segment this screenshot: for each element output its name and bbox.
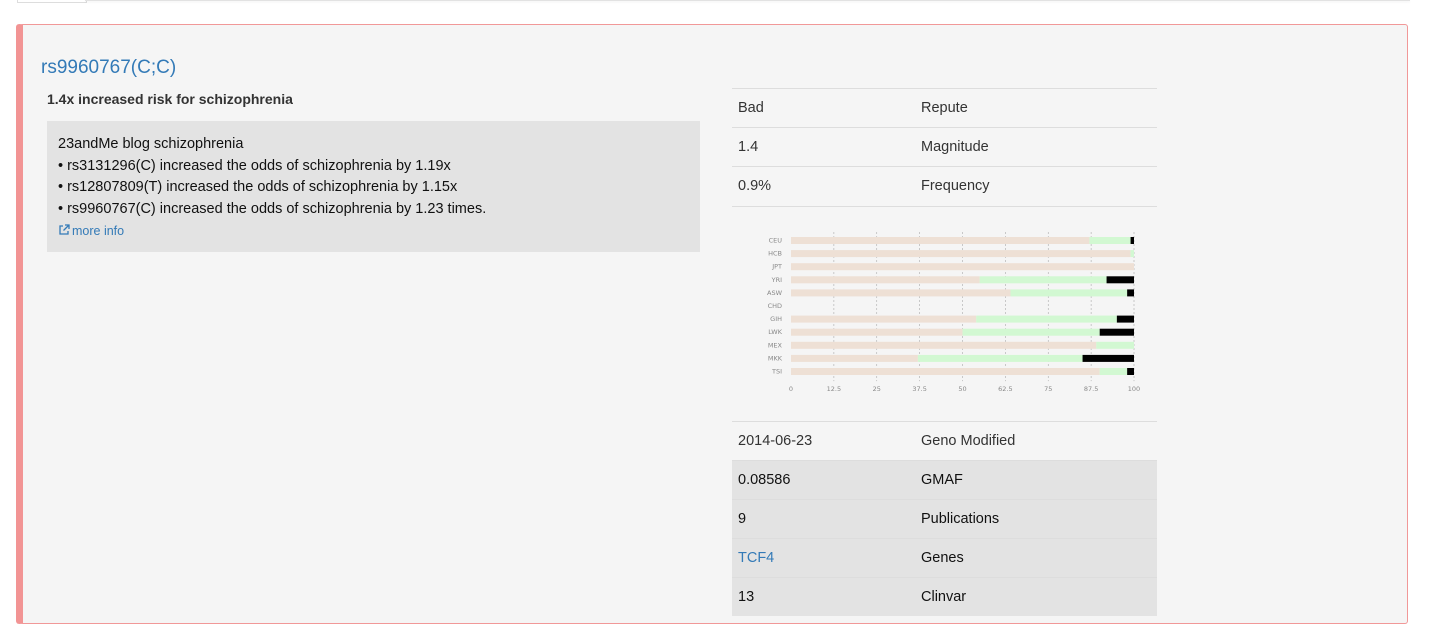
publications-value[interactable]: 9 [732, 499, 915, 539]
bar-segment-yri [979, 276, 1107, 284]
bar-segment-mkk [791, 354, 918, 362]
attribute-row-genes: TCF4 Genes [732, 538, 1157, 578]
attribute-row-clinvar: 13 Clinvar [732, 577, 1157, 616]
genes-label: Genes [915, 538, 1157, 578]
geno-modified-value: 2014-06-23 [732, 421, 915, 461]
x-tick-label: 62.5 [998, 385, 1012, 393]
tab-stub[interactable] [17, 0, 87, 3]
gmaf-label: GMAF [915, 460, 1157, 500]
external-link-icon [59, 224, 70, 235]
attributes-table-top: Bad Repute 1.4 Magnitude 0.9% Frequency [732, 88, 1157, 205]
x-tick-label: 0 [789, 385, 793, 393]
gene-link[interactable]: TCF4 [738, 550, 774, 566]
bar-segment-mex [791, 341, 1097, 349]
attribute-row-publications: 9 Publications [732, 499, 1157, 539]
bar-segment-tsi [1099, 368, 1128, 375]
gmaf-value: 0.08586 [732, 460, 915, 500]
x-tick-label: 25 [873, 385, 881, 393]
bar-segment-yri [791, 276, 980, 284]
snp-genotype-link[interactable]: rs9960767(C;C) [41, 57, 176, 79]
more-info-link[interactable]: more info [58, 222, 124, 240]
repute-label: Repute [915, 88, 1157, 128]
bar-segment-ceu [1089, 237, 1131, 244]
population-chart-svg: 0 12.5 25 37.5 50 62.5 75 87.5 100 CEU HCB JPT YRI AS… [767, 232, 1140, 393]
repute-value: Bad [732, 88, 915, 128]
details-line: • rs9960767(C) increased the odds of sch… [58, 201, 487, 218]
population-label: MKK [768, 354, 783, 362]
bar-segment-lwk [1099, 328, 1134, 336]
publications-label: Publications [915, 499, 1157, 539]
x-tick-label: 100 [1128, 385, 1140, 393]
bar-segment-gih [791, 315, 977, 323]
population-frequency-chart: 0 12.5 25 37.5 50 62.5 75 87.5 100 CEU HCB JPT YRI AS… [732, 206, 1157, 423]
population-label: TSI [771, 368, 782, 376]
bar-segment-mex [1096, 341, 1134, 349]
details-line: • rs3131296(C) increased the odds of sch… [58, 157, 451, 174]
x-tick-label: 50 [958, 385, 966, 393]
clinvar-label: Clinvar [915, 577, 1157, 616]
population-label: ASW [767, 289, 783, 297]
x-tick-label: 75 [1044, 385, 1052, 393]
genotype-summary: 1.4x increased risk for schizophrenia [47, 91, 293, 107]
population-label: YRI [771, 276, 782, 284]
attribute-row-frequency: 0.9% Frequency [732, 166, 1157, 205]
magnitude-label: Magnitude [915, 127, 1157, 167]
bar-segment-yri [1106, 276, 1134, 284]
details-box: 23andMe blog schizophrenia • rs3131296(C… [47, 121, 700, 252]
bar-segment-mkk [917, 354, 1083, 362]
details-line: • rs12807809(T) increased the odds of sc… [58, 179, 458, 196]
x-tick-label: 87.5 [1084, 385, 1098, 393]
attributes-table-bottom: 2014-06-23 Geno Modified 0.08586 GMAF 9 … [732, 421, 1157, 616]
bar-segment-hcb [791, 250, 1131, 258]
bar-segment-ceu [791, 237, 1090, 244]
attribute-row-gmaf: 0.08586 GMAF [732, 460, 1157, 500]
bar-segment-hcb [1130, 250, 1134, 258]
bar-segment-lwk [962, 328, 1100, 336]
magnitude-value: 1.4 [732, 127, 915, 167]
details-line: 23andMe blog schizophrenia [58, 136, 244, 152]
bar-segment-tsi [1127, 368, 1134, 375]
population-label: GIH [770, 315, 782, 323]
clinvar-value: 13 [732, 577, 915, 616]
bar-segment-tsi [791, 368, 1100, 375]
bar-segment-asw [791, 289, 1011, 297]
bar-segment-asw [1127, 289, 1134, 297]
tab-bar-divider [85, 0, 1410, 1]
bar-segment-mkk [1082, 354, 1134, 362]
attribute-row-geno-modified: 2014-06-23 Geno Modified [732, 421, 1157, 461]
more-info-label: more info [72, 223, 125, 238]
bar-segment-ceu [1130, 237, 1134, 244]
frequency-label: Frequency [915, 166, 1157, 205]
population-label: JPT [771, 263, 782, 271]
population-label: LWK [768, 328, 782, 336]
population-label: CEU [769, 237, 783, 245]
population-label: HCB [768, 250, 782, 258]
bar-segment-lwk [791, 328, 963, 336]
bar-segment-jpt [791, 263, 1134, 271]
x-tick-label: 37.5 [912, 385, 926, 393]
frequency-value: 0.9% [732, 166, 915, 205]
x-tick-label: 12.5 [827, 385, 841, 393]
genotype-panel: rs9960767(C;C) 1.4x increased risk for s… [16, 24, 1408, 624]
top-tab-bar [0, 0, 1443, 8]
population-label: MEX [768, 341, 783, 349]
attribute-row-repute: Bad Repute [732, 88, 1157, 128]
bar-segment-gih [1116, 315, 1134, 323]
bar-segment-asw [1010, 289, 1128, 297]
geno-modified-label: Geno Modified [915, 421, 1157, 461]
attribute-row-magnitude: 1.4 Magnitude [732, 127, 1157, 167]
population-label: CHD [768, 302, 782, 310]
bar-segment-gih [976, 315, 1117, 323]
